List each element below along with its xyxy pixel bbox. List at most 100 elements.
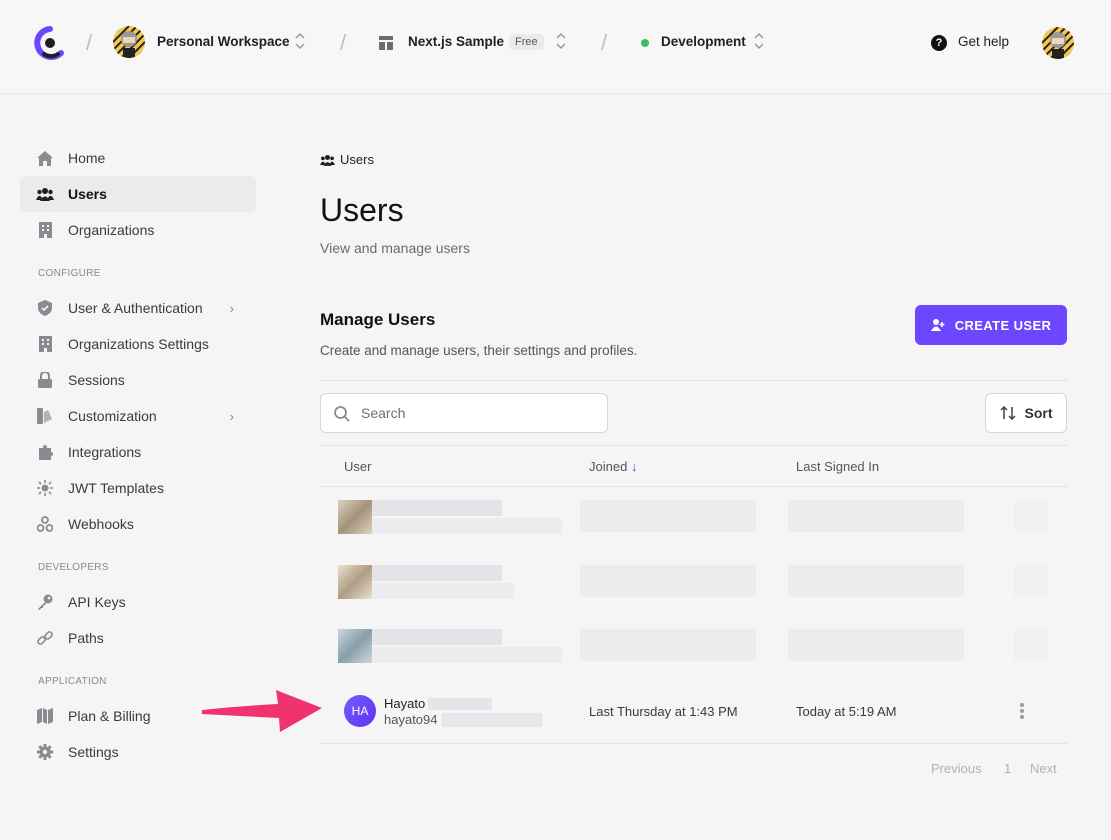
users-icon <box>320 154 335 166</box>
pagination-previous[interactable]: Previous <box>931 761 982 776</box>
redacted-avatar <box>338 500 372 534</box>
redacted-text <box>372 500 502 516</box>
column-header-user: User <box>344 459 372 474</box>
link-icon <box>36 629 54 647</box>
sidebar-item-users[interactable]: Users <box>20 176 256 212</box>
redacted-text <box>788 565 964 597</box>
search-icon <box>334 406 350 422</box>
sidebar-item-webhooks[interactable]: Webhooks <box>20 506 256 542</box>
redacted-text <box>580 565 756 597</box>
home-icon <box>36 149 54 167</box>
sidebar-item-paths[interactable]: Paths <box>20 620 256 656</box>
sun-icon <box>36 479 54 497</box>
user-last-signed-in: Today at 5:19 AM <box>796 704 897 719</box>
shield-icon <box>36 299 54 317</box>
divider <box>320 445 1067 446</box>
chevron-right-icon: › <box>229 301 234 316</box>
redacted-avatar <box>338 629 372 663</box>
sidebar-item-integrations[interactable]: Integrations <box>20 434 256 470</box>
clerk-logo-icon[interactable] <box>34 26 66 60</box>
column-header-joined[interactable]: Joined ↓ <box>589 459 637 474</box>
kebab-menu-icon[interactable] <box>1020 703 1024 721</box>
gear-icon <box>36 743 54 761</box>
table-row-redacted[interactable] <box>338 500 1058 550</box>
pagination-next[interactable]: Next <box>1030 761 1057 776</box>
chevron-updown-icon[interactable] <box>754 31 764 51</box>
sidebar-item-api-keys[interactable]: API Keys <box>20 584 256 620</box>
redacted-text <box>428 698 492 710</box>
sidebar-item-label: Home <box>68 150 106 166</box>
section-title: Manage Users <box>320 310 436 329</box>
app-name[interactable]: Next.js Sample <box>408 34 504 49</box>
help-icon[interactable]: ? <box>931 35 947 51</box>
table-row-redacted[interactable] <box>338 629 1058 679</box>
top-bar: / Personal Workspace / Next.js Sample Fr… <box>0 0 1111 94</box>
sidebar-item-jwt-templates[interactable]: JWT Templates <box>20 470 256 506</box>
redacted-text <box>1014 500 1048 532</box>
search-field[interactable] <box>320 393 608 433</box>
create-user-label: CREATE USER <box>954 317 1052 333</box>
building-icon <box>36 221 54 239</box>
sidebar-item-settings[interactable]: Settings <box>20 734 256 770</box>
breadcrumb[interactable]: Users <box>320 152 374 167</box>
sidebar-item-user-authentication[interactable]: User & Authentication › <box>20 290 256 326</box>
get-help-link[interactable]: Get help <box>958 34 1009 49</box>
separator: / <box>86 30 93 55</box>
sidebar-item-label: Paths <box>68 630 104 646</box>
section-label-developers: DEVELOPERS <box>38 562 109 573</box>
map-icon <box>36 707 54 725</box>
sidebar-item-organizations-settings[interactable]: Organizations Settings <box>20 326 256 362</box>
redacted-text <box>580 629 756 661</box>
arrow-down-icon: ↓ <box>630 459 638 474</box>
sidebar-item-label: Plan & Billing <box>68 708 151 724</box>
user-avatar[interactable] <box>1042 27 1074 59</box>
redacted-text <box>372 629 502 645</box>
puzzle-icon <box>36 443 54 461</box>
pagination-page[interactable]: 1 <box>1004 761 1011 776</box>
redacted-text <box>372 518 562 534</box>
section-label-configure: CONFIGURE <box>38 268 101 279</box>
separator: / <box>340 30 347 55</box>
workspace-name[interactable]: Personal Workspace <box>157 34 290 49</box>
sort-icon <box>999 406 1016 420</box>
user-email: hayato94 <box>384 712 438 727</box>
app-icon <box>379 36 393 50</box>
redacted-text <box>372 583 514 599</box>
users-icon <box>36 185 54 203</box>
redacted-text <box>788 629 964 661</box>
key-icon <box>36 593 54 611</box>
redacted-text <box>788 500 964 532</box>
table-row-redacted[interactable] <box>338 565 1058 615</box>
redacted-text <box>372 647 562 663</box>
chevron-updown-icon[interactable] <box>556 31 566 51</box>
sidebar-item-organizations[interactable]: Organizations <box>20 212 256 248</box>
section-subtitle: Create and manage users, their settings … <box>320 343 638 358</box>
redacted-avatar <box>338 565 372 599</box>
sidebar-item-label: Users <box>68 186 107 202</box>
breadcrumb-label: Users <box>340 152 374 167</box>
redacted-text <box>442 713 542 727</box>
chevron-right-icon: › <box>229 409 234 424</box>
chevron-updown-icon[interactable] <box>295 31 305 51</box>
sidebar-item-label: Organizations <box>68 222 155 238</box>
paint-icon <box>36 407 54 425</box>
redacted-text <box>372 565 502 581</box>
sort-label: Sort <box>1024 405 1053 421</box>
environment-name[interactable]: Development <box>661 34 746 49</box>
webhook-icon <box>36 515 54 533</box>
search-input[interactable] <box>361 405 591 421</box>
sidebar-item-home[interactable]: Home <box>20 140 256 176</box>
building-icon <box>36 335 54 353</box>
sidebar-item-customization[interactable]: Customization › <box>20 398 256 434</box>
sidebar-item-sessions[interactable]: Sessions <box>20 362 256 398</box>
user-joined: Last Thursday at 1:43 PM <box>589 704 738 719</box>
sidebar-item-label: Webhooks <box>68 516 134 532</box>
sidebar-item-label: Integrations <box>68 444 142 460</box>
column-header-last-signed-in: Last Signed In <box>796 459 880 474</box>
user-initials-avatar: HA <box>344 695 376 727</box>
annotation-arrow-icon <box>202 690 322 732</box>
sidebar-item-label: Sessions <box>68 372 125 388</box>
sort-button[interactable]: Sort <box>985 393 1067 433</box>
sidebar-item-label: API Keys <box>68 594 126 610</box>
create-user-button[interactable]: CREATE USER <box>915 305 1067 345</box>
